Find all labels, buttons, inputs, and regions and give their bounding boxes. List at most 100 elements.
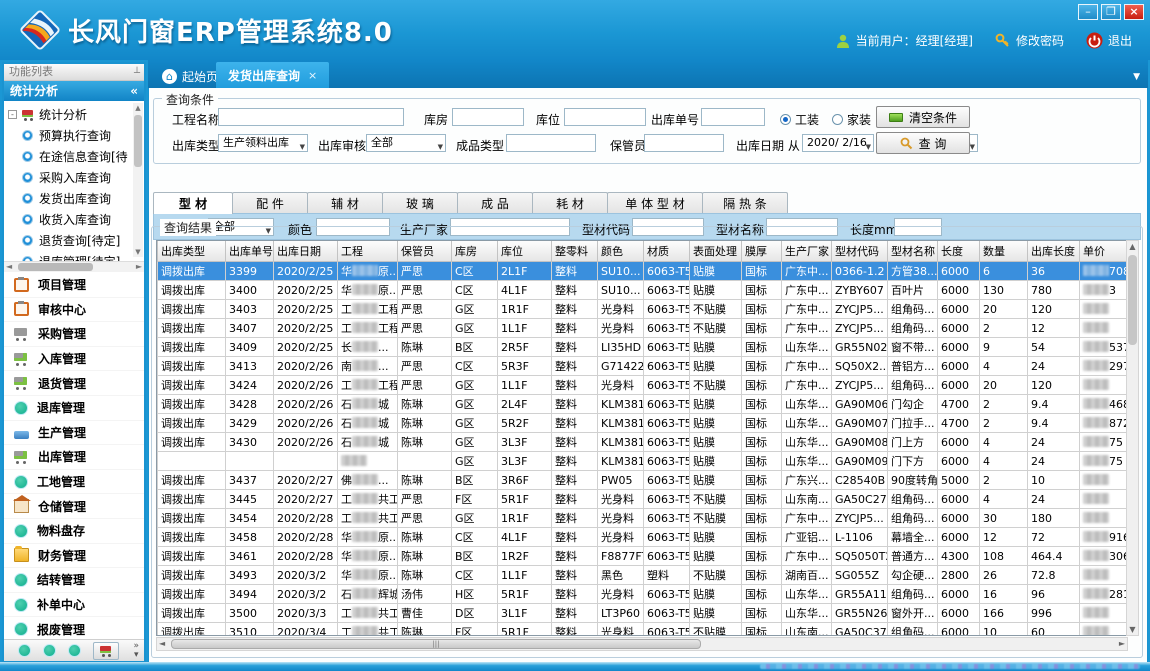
project-name-input[interactable] [218,108,404,126]
sidebar-item-cart-green[interactable]: 入库管理 [4,347,144,372]
column-header[interactable]: 数量 [980,241,1028,262]
tab-close-icon[interactable]: × [308,69,317,82]
subtab[interactable]: 配 件 [232,192,308,213]
circle-icon[interactable] [18,644,31,657]
sidebar-item-circle[interactable]: 工地管理 [4,470,144,495]
sidebar-item-cart[interactable]: 采购管理 [4,322,144,347]
tab-list-dropdown-icon[interactable]: ▼ [1133,72,1140,82]
column-header[interactable]: 保管员 [398,241,452,262]
column-header[interactable]: 长度 [938,241,980,262]
scroll-right-icon[interactable]: ► [1119,639,1125,648]
product-type-input[interactable] [506,134,596,152]
order-no-input[interactable] [701,108,765,126]
subtab[interactable]: 玻 璃 [382,192,458,213]
column-header[interactable]: 出库日期 [274,241,338,262]
table-row[interactable]: 调拨出库34242020/2/26工工程严思G区1L1F整料光身料6063-T5… [158,376,1129,395]
sidebar-item-circle[interactable]: 结转管理 [4,568,144,593]
tree-vscrollbar[interactable]: ▲ ▼ [133,103,143,257]
table-hscrollbar[interactable]: ◄ ||| ► [156,637,1128,651]
sidebar-item-folder[interactable]: 财务管理 [4,544,144,569]
logout-button[interactable]: 退出 [1086,32,1132,49]
radio-home-decor[interactable]: 家装 [832,111,871,128]
column-header[interactable]: 生产厂家 [782,241,832,262]
scroll-right-icon[interactable]: ► [136,262,142,272]
table-row[interactable]: 调拨出库34302020/2/26石城陈琳G区3L3F整料KLM38176063… [158,433,1129,452]
scroll-thumb[interactable]: ||| [171,639,701,649]
tree-item[interactable]: 采购入库查询 [22,167,130,188]
cart-button[interactable] [93,642,119,660]
keeper-input[interactable] [644,134,724,152]
column-header[interactable]: 工程 [338,241,398,262]
change-password-button[interactable]: 修改密码 [995,32,1064,49]
table-row[interactable]: 调拨出库34072020/2/25工工程严思G区1L1F整料光身料6063-T5… [158,319,1129,338]
column-header[interactable]: 出库长度 [1028,241,1080,262]
sidebar-item-circle[interactable]: 退库管理 [4,396,144,421]
tree-item[interactable]: 退货查询[待定] [22,230,130,251]
table-row[interactable]: 调拨出库35002020/3/3工共工程曹佳D区3L1F整料LT3P606063… [158,604,1129,623]
scroll-thumb[interactable] [134,115,142,167]
table-row[interactable]: 调拨出库34002020/2/25华原...严思C区4L1F整料SU10...6… [158,281,1129,300]
sidebar-group-header[interactable]: 统计分析 « [4,81,144,101]
column-header[interactable]: 型材名称 [888,241,938,262]
tree-item[interactable]: 退库管理[待定] [22,251,130,261]
maximize-button[interactable]: ❐ [1101,4,1121,20]
table-row[interactable]: G区3L3F整料KLM38176063-T5贴膜国标山东华...GA90M09.… [158,452,1129,471]
subtab[interactable]: 辅 材 [307,192,383,213]
minimize-button[interactable]: – [1078,4,1098,20]
column-header[interactable]: 膜厚 [742,241,782,262]
sidebar-item-circle[interactable]: 补单中心 [4,593,144,618]
sidebar-item-circle[interactable]: 物料盘存 [4,519,144,544]
warehouse-input[interactable] [452,108,524,126]
scroll-left-icon[interactable]: ◄ [159,639,165,648]
table-row[interactable]: 调拨出库34032020/2/25工工程严思G区1R1F整料光身料6063-T5… [158,300,1129,319]
table-row[interactable]: 调拨出库34612020/2/28华原...陈琳B区1R2F整料F8877FT6… [158,547,1129,566]
table-vscrollbar[interactable]: ▲ ▼ [1126,240,1139,636]
table-row[interactable]: 调拨出库34452020/2/27工共工程严思F区5R1F整料光身料6063-T… [158,490,1129,509]
table-row[interactable]: 调拨出库35102020/3/4工共工程陈琳F区5R1F整料光身料6063-T5… [158,623,1129,637]
tab-shipment-outbound-query[interactable]: 发货出库查询 × [216,62,329,88]
close-button[interactable]: × [1124,4,1144,20]
subtab[interactable]: 型 材 [153,192,233,214]
pin-icon[interactable]: ┴ [134,66,140,82]
scroll-thumb[interactable] [18,263,93,271]
sidebar-item-clipboard[interactable]: 项目管理 [4,273,144,298]
table-row[interactable]: 调拨出库34092020/2/25长...陈琳B区2R5F整料LI35HD606… [158,338,1129,357]
tree-expander-icon[interactable]: - [8,110,17,119]
more-buttons-icon[interactable]: »▾ [133,642,139,660]
column-header[interactable]: 材质 [644,241,690,262]
column-header[interactable]: 型材代码 [832,241,888,262]
circle-icon[interactable] [43,644,56,657]
column-header[interactable]: 整零料 [552,241,598,262]
table-row[interactable]: 调拨出库34372020/2/27佛...陈琳B区3R6F整料PW056063-… [158,471,1129,490]
table-row[interactable]: 调拨出库34582020/2/28华原...陈琳C区4L1F整料光身料6063-… [158,528,1129,547]
date-from-select[interactable]: 2020/ 2/16 [802,134,874,152]
sidebar-item-production[interactable]: 生产管理 [4,421,144,446]
subtab[interactable]: 单 体 型 材 [607,192,703,213]
circle-icon[interactable] [68,644,81,657]
sidebar-item-cart-green[interactable]: 退货管理 [4,371,144,396]
table-row[interactable]: 调拨出库34542020/2/28工共工程严思G区1R1F整料光身料6063-T… [158,509,1129,528]
table-row[interactable]: 调拨出库34282020/2/26石城陈琳G区2L4F整料KLM38176063… [158,395,1129,414]
tree-hscrollbar[interactable]: ◄ ► [4,261,144,272]
radio-work-clothes[interactable]: 工装 [780,111,819,128]
search-button[interactable]: 查 询 [876,132,970,154]
audit-select[interactable]: 全部 [366,134,446,152]
scroll-left-icon[interactable]: ◄ [6,262,12,272]
table-row[interactable]: 调拨出库34292020/2/26石城陈琳G区5R2F整料KLM38176063… [158,414,1129,433]
column-header[interactable]: 出库单号 [226,241,274,262]
scroll-up-icon[interactable]: ▲ [1127,242,1138,251]
column-header[interactable]: 出库类型 [158,241,226,262]
column-header[interactable]: 表面处理 [690,241,742,262]
subtab[interactable]: 耗 材 [532,192,608,213]
table-row[interactable]: 调拨出库34942020/3/2石辉城汤伟H区5R1F整料光身料6063-T5贴… [158,585,1129,604]
sidebar-item-clipboard[interactable]: 审核中心 [4,298,144,323]
tree-item[interactable]: 收货入库查询 [22,209,130,230]
column-header[interactable]: 单价 [1080,241,1129,262]
sidebar-item-cart-green[interactable]: 出库管理 [4,445,144,470]
sidebar-item-warehouse[interactable]: 仓储管理 [4,494,144,519]
location-input[interactable] [564,108,646,126]
scroll-down-icon[interactable]: ▼ [133,247,143,257]
tree-item[interactable]: 在途信息查询[待 [22,146,130,167]
scroll-up-icon[interactable]: ▲ [133,103,143,113]
scroll-down-icon[interactable]: ▼ [1127,625,1138,634]
